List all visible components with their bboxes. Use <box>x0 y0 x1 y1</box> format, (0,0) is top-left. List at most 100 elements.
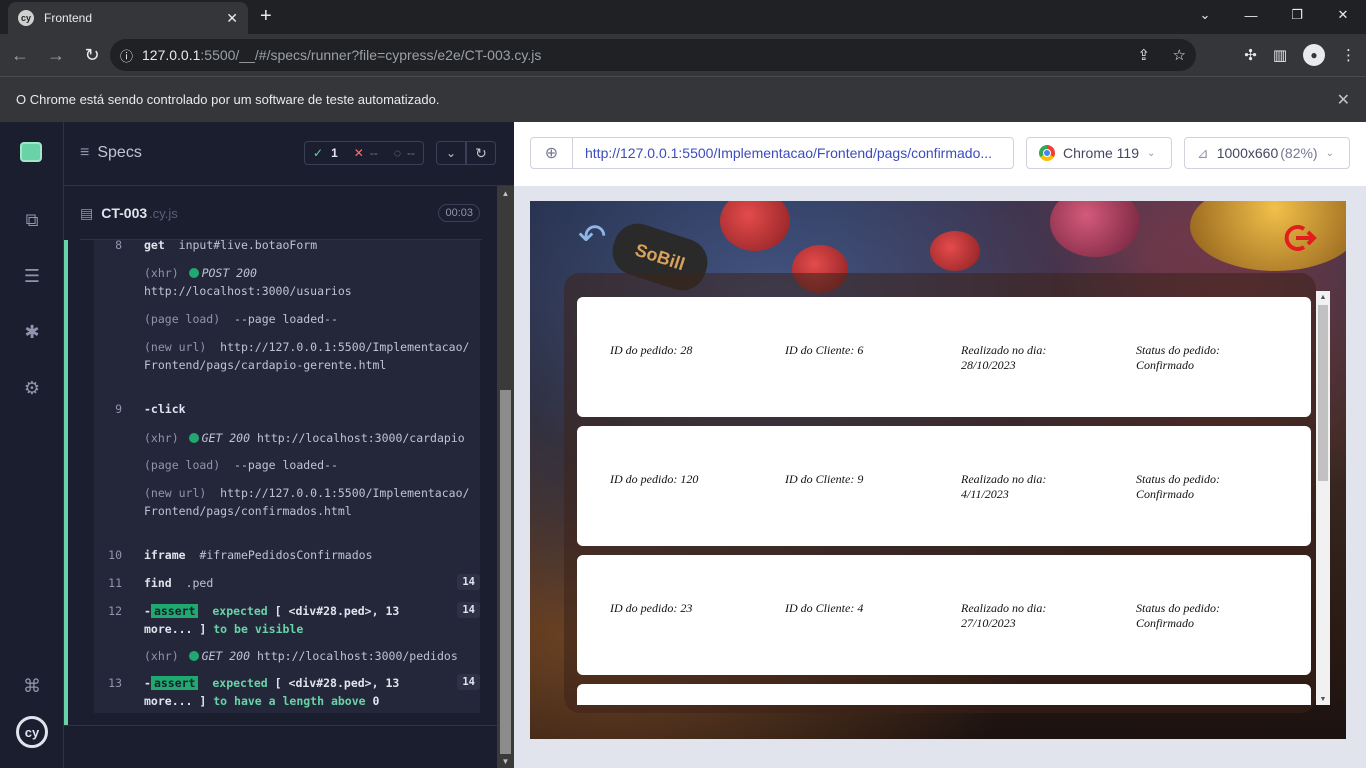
chrome-tab-strip: cy Frontend ✕ + ⌄ — ❐ ✕ <box>0 0 1366 34</box>
command-row[interactable]: (new url) http://127.0.0.1:5500/Implemen… <box>94 338 480 392</box>
automation-infobar: O Chrome está sendo controlado por um so… <box>0 76 1366 122</box>
order-card-partial <box>577 684 1311 705</box>
specs-list-icon: ≡ <box>80 144 90 161</box>
bookmark-star-icon[interactable]: ☆ <box>1173 47 1186 64</box>
rerun-button[interactable]: ↻ <box>466 141 496 165</box>
menu-kebab-icon[interactable]: ⋮ <box>1341 46 1356 64</box>
command-row[interactable]: 8 get input#live.botaoForm <box>94 240 480 254</box>
order-id: ID do pedido: 120 <box>610 472 699 486</box>
specs-label: Specs <box>97 144 142 161</box>
debug-bug-icon[interactable]: ✱ <box>20 320 44 344</box>
file-icon: ▤ <box>80 204 94 221</box>
scroll-down-icon[interactable]: ▼ <box>497 754 514 768</box>
spec-name: CT-003 <box>101 205 148 221</box>
order-date: Realizado no dia: 28/10/2023 <box>961 343 1047 372</box>
divider <box>64 725 497 726</box>
window-controls: ⌄ — ❐ ✕ <box>1182 0 1366 30</box>
cypress-favicon-icon: cy <box>18 10 34 26</box>
pending-stat: ◌ -- <box>393 146 415 160</box>
assert-tag: assert <box>150 676 199 690</box>
infobar-message: O Chrome está sendo controlado por um so… <box>16 92 440 107</box>
command-row[interactable]: (new url) http://127.0.0.1:5500/Implemen… <box>94 484 480 538</box>
scroll-down-icon[interactable]: ▼ <box>1316 693 1330 705</box>
xhr-status-dot-icon <box>188 268 199 278</box>
address-url[interactable]: 127.0.0.1:5500/__/#/specs/runner?file=cy… <box>142 47 1120 63</box>
browser-tab[interactable]: cy Frontend ✕ <box>8 2 248 34</box>
command-list: 8 get input#live.botaoForm (xhr) POST 20… <box>64 240 498 713</box>
side-panel-icon[interactable]: ▥ <box>1273 46 1287 64</box>
close-tab-icon[interactable]: ✕ <box>226 10 238 27</box>
order-status: Status do pedido: Confirmado <box>1136 472 1220 501</box>
share-icon[interactable]: ⇪ <box>1138 47 1151 64</box>
viewport-info[interactable]: ⊿ 1000x660 (82%) ⌄ <box>1184 137 1350 169</box>
extensions-puzzle-icon[interactable]: ✣ <box>1244 46 1257 64</box>
reporter-header: ≡ Specs ✓ 1 ✕ -- ◌ -- ⌄ ↻ <box>64 122 514 186</box>
collapse-all-button[interactable]: ⌄ <box>436 141 466 165</box>
order-card: ID do pedido: 28 ID do Cliente: 6 Realiz… <box>577 297 1311 417</box>
runs-nav-icon[interactable]: ☰ <box>20 264 44 288</box>
pending-count: -- <box>406 146 415 160</box>
aut-url[interactable]: http://127.0.0.1:5500/Implementacao/Fron… <box>573 145 992 161</box>
command-row[interactable]: (xhr) POST 200 http://localhost:3000/usu… <box>94 264 480 300</box>
chevron-down-icon: ⌄ <box>1325 147 1334 159</box>
new-tab-icon[interactable]: + <box>260 6 272 26</box>
minimize-icon[interactable]: — <box>1228 0 1274 30</box>
specs-nav-icon[interactable]: ⧉ <box>20 208 44 232</box>
scroll-up-icon[interactable]: ▲ <box>1316 291 1330 303</box>
scroll-up-icon[interactable]: ▲ <box>497 186 514 200</box>
orders-scrollbar[interactable]: ▲ ▼ <box>1316 291 1330 705</box>
reporter-scroll-thumb[interactable] <box>500 390 511 754</box>
project-logo-icon[interactable] <box>20 142 42 162</box>
command-row[interactable]: 13 - assert expected [ <div#28.ped>, 13 m… <box>94 674 480 710</box>
command-row[interactable]: 9 -click <box>94 400 480 418</box>
order-client-id: ID do Cliente: 9 <box>785 472 864 486</box>
command-row[interactable]: 12 - assert expected [ <div#28.ped>, 13 m… <box>94 602 480 638</box>
viewport-size: 1000x660 <box>1216 145 1279 161</box>
element-count-badge: 14 <box>457 602 480 618</box>
reporter-scrollbar[interactable]: ▲ ▼ <box>497 186 514 768</box>
test-stats: ✓ 1 ✕ -- ◌ -- <box>304 141 424 165</box>
logout-icon[interactable] <box>1284 223 1318 253</box>
rerun-icon: ↻ <box>475 144 487 161</box>
address-bar[interactable]: ⓘ 127.0.0.1:5500/__/#/specs/runner?file=… <box>110 39 1196 71</box>
assert-tag: assert <box>150 604 199 618</box>
command-row[interactable]: (page load) --page loaded-- <box>94 310 480 328</box>
command-row[interactable]: 11 find .ped 14 <box>94 574 480 592</box>
command-row[interactable]: 10 iframe #iframePedidosConfirmados <box>94 546 480 564</box>
order-status: Status do pedido: Confirmado <box>1136 601 1220 630</box>
profile-avatar-icon[interactable]: ● <box>1303 44 1325 66</box>
cypress-logo-icon[interactable]: cy <box>16 716 48 748</box>
aut-header: ⊕ http://127.0.0.1:5500/Implementacao/Fr… <box>514 122 1366 186</box>
restore-icon[interactable]: ❐ <box>1274 0 1320 30</box>
command-row[interactable]: (page load) --page loaded-- <box>94 456 480 474</box>
command-row[interactable]: (xhr) GET 200 http://localhost:3000/card… <box>94 429 480 447</box>
selector-playground-target-icon[interactable]: ⊕ <box>531 138 573 168</box>
infobar-close-icon[interactable]: ✕ <box>1337 90 1350 110</box>
tab-search-icon[interactable]: ⌄ <box>1182 0 1228 30</box>
forward-icon[interactable]: → <box>40 39 72 71</box>
order-date: Realizado no dia: 4/11/2023 <box>961 472 1047 501</box>
viewport-scale: (82%) <box>1280 145 1318 161</box>
xhr-status-dot-icon <box>188 433 199 443</box>
command-row[interactable]: (xhr) GET 200 http://localhost:3000/pedi… <box>94 647 480 665</box>
aut-url-bar[interactable]: ⊕ http://127.0.0.1:5500/Implementacao/Fr… <box>530 137 1014 169</box>
reload-icon[interactable]: ↻ <box>76 39 108 71</box>
xhr-status-dot-icon <box>188 651 199 661</box>
close-window-icon[interactable]: ✕ <box>1320 0 1366 30</box>
aut-iframe: SoBill ↶ ID do pedido: 28 ID do Cliente:… <box>530 201 1346 739</box>
browser-selector[interactable]: Chrome 119 ⌄ <box>1026 137 1172 169</box>
orders-scroll-thumb[interactable] <box>1318 305 1328 481</box>
cypress-side-nav: ⧉ ☰ ✱ ⚙ ⌘ cy <box>0 122 64 768</box>
settings-gear-icon[interactable]: ⚙ <box>20 376 44 400</box>
keyboard-shortcuts-icon[interactable]: ⌘ <box>20 674 44 698</box>
spec-extension: .cy.js <box>149 205 178 221</box>
order-status: Status do pedido: Confirmado <box>1136 343 1220 372</box>
back-arrow-icon[interactable]: ↶ <box>578 217 618 257</box>
spec-title-row[interactable]: ▤ CT-003 .cy.js 00:03 <box>80 196 480 230</box>
specs-toggle[interactable]: ≡ Specs <box>80 144 142 162</box>
order-card: ID do pedido: 120 ID do Cliente: 9 Reali… <box>577 426 1311 546</box>
command-log-reporter: ≡ Specs ✓ 1 ✕ -- ◌ -- ⌄ ↻ ▤ CT-003 .cy.js 0… <box>64 122 514 768</box>
back-icon[interactable]: ← <box>4 39 36 71</box>
site-info-icon[interactable]: ⓘ <box>120 46 142 65</box>
spec-duration: 00:03 <box>438 204 480 222</box>
